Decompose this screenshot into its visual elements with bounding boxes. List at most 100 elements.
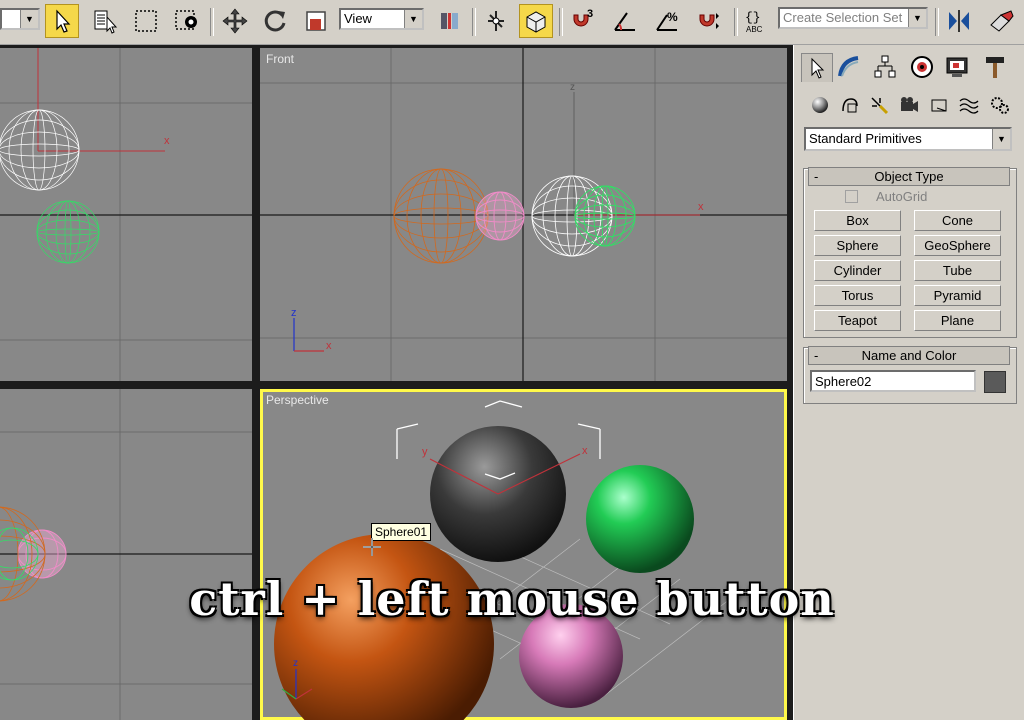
viewport-front[interactable]: z x z x Front [260, 48, 787, 381]
spinner-snap-button[interactable] [692, 4, 726, 38]
viewport-perspective[interactable]: x y z Perspective [260, 389, 787, 720]
select-by-name-icon [94, 10, 118, 34]
move-icon [222, 8, 248, 34]
tube-button[interactable]: Tube [914, 260, 1001, 281]
main-toolbar: ▼ View ▼ 3 % {} ABC Create Selection Set… [0, 0, 1024, 45]
move-cursor-icon [363, 538, 381, 556]
snap-label: 3 [587, 8, 593, 20]
torus-button[interactable]: Torus [814, 285, 901, 306]
window-crossing-icon [175, 10, 197, 30]
geometry-icon [812, 97, 828, 113]
snap-toggle-button[interactable]: 3 [566, 4, 600, 38]
autogrid-label: AutoGrid [876, 189, 928, 204]
tripod-x-label: x [326, 340, 332, 352]
box-button[interactable]: Box [814, 210, 901, 231]
named-selection-set-dropdown[interactable]: Create Selection Set ▼ [778, 7, 928, 29]
systems-subtab[interactable] [987, 92, 1013, 118]
toolbar-separator [472, 8, 476, 36]
plane-button[interactable]: Plane [914, 310, 1001, 331]
select-by-name-button[interactable] [88, 4, 122, 38]
viewport-front-grid: z x z x [260, 48, 787, 381]
shapes-subtab[interactable] [837, 92, 863, 118]
manipulate-button[interactable] [479, 4, 513, 38]
viewport-left-grid [0, 389, 252, 720]
object-color-swatch[interactable] [984, 371, 1006, 393]
snap-3d-icon: 3 [573, 8, 593, 27]
object-type-header[interactable]: - Object Type [808, 167, 1010, 186]
object-type-rollout: - Object Type AutoGrid Box Cone Sphere G… [803, 167, 1017, 338]
chevron-down-icon: ▼ [992, 129, 1010, 149]
percent-snap-button[interactable]: % [650, 4, 684, 38]
pivot-icon [441, 13, 458, 29]
viewport-label-perspective[interactable]: Perspective [266, 393, 329, 407]
move-button[interactable] [218, 4, 252, 38]
shaded-sphere-green [586, 465, 694, 573]
rectangle-region-button[interactable] [129, 4, 163, 38]
x-axis-label: x [698, 201, 704, 213]
object-type-title: Object Type [874, 169, 944, 184]
teapot-button[interactable]: Teapot [814, 310, 901, 331]
cylinder-button[interactable]: Cylinder [814, 260, 901, 281]
wire-sphere-green [574, 185, 636, 247]
align-button[interactable] [984, 4, 1018, 38]
lights-subtab[interactable] [866, 92, 892, 118]
chevron-down-icon: ▼ [404, 10, 422, 28]
space-warps-subtab[interactable] [956, 92, 982, 118]
object-name-input[interactable] [810, 370, 976, 392]
pyramid-button[interactable]: Pyramid [914, 285, 1001, 306]
viewport-top[interactable]: x [0, 48, 252, 381]
reference-coord-value: View [344, 11, 372, 26]
cone-button[interactable]: Cone [914, 210, 1001, 231]
systems-icon [991, 97, 1009, 114]
reference-coord-dropdown[interactable]: View ▼ [339, 8, 424, 30]
create-tab[interactable] [801, 53, 833, 82]
window-crossing-button[interactable] [170, 4, 204, 38]
rotate-button[interactable] [258, 4, 292, 38]
motion-tab[interactable] [907, 53, 937, 81]
toolbar-separator [935, 8, 939, 36]
percent-label: % [667, 10, 678, 24]
rectangle-region-icon [135, 10, 157, 32]
modify-tab[interactable] [834, 53, 864, 81]
mirror-button[interactable] [942, 4, 976, 38]
viewport-label-front[interactable]: Front [266, 52, 294, 66]
tripod-z-label: z [293, 658, 298, 669]
name-and-color-header[interactable]: - Name and Color [808, 346, 1010, 365]
geometry-subtab[interactable] [807, 92, 833, 118]
manipulate-icon [488, 11, 504, 31]
sphere-button[interactable]: Sphere [814, 235, 901, 256]
utilities-tab[interactable] [980, 53, 1010, 81]
lights-icon [871, 97, 889, 115]
motion-icon [911, 56, 933, 78]
align-icon [990, 10, 1014, 32]
x-axis-label: x [582, 445, 588, 457]
collapse-icon: - [814, 348, 819, 363]
viewport-top-grid: x [0, 48, 252, 381]
edit-named-selection-icon: {}ABC [745, 10, 763, 34]
keyboard-shortcut-override-button[interactable] [519, 4, 553, 38]
category-value: Standard Primitives [809, 131, 922, 146]
chevron-down-icon: ▼ [908, 9, 926, 27]
geosphere-button[interactable]: GeoSphere [914, 235, 1001, 256]
category-dropdown[interactable]: Standard Primitives ▼ [804, 127, 1012, 151]
display-icon [946, 57, 968, 77]
y-axis-label: y [422, 446, 428, 458]
pivot-button[interactable] [433, 4, 467, 38]
create-arrow-icon [811, 57, 825, 79]
autogrid-checkbox[interactable] [845, 190, 858, 203]
select-button[interactable] [45, 4, 79, 38]
name-and-color-rollout: - Name and Color [803, 346, 1017, 404]
scale-button[interactable] [299, 4, 333, 38]
helpers-subtab[interactable] [927, 92, 953, 118]
display-tab[interactable] [942, 53, 972, 81]
selection-filter-dropdown[interactable]: ▼ [0, 8, 40, 30]
hierarchy-tab[interactable] [870, 53, 900, 81]
wire-sphere-white [0, 109, 80, 191]
edit-named-selection-button[interactable]: {} ABC [739, 4, 773, 38]
tripod-z-label: z [291, 307, 297, 319]
angle-snap-button[interactable] [608, 4, 642, 38]
cameras-subtab[interactable] [896, 92, 922, 118]
wire-sphere-green [36, 200, 100, 264]
select-icon [56, 9, 71, 33]
viewport-left[interactable] [0, 389, 252, 720]
